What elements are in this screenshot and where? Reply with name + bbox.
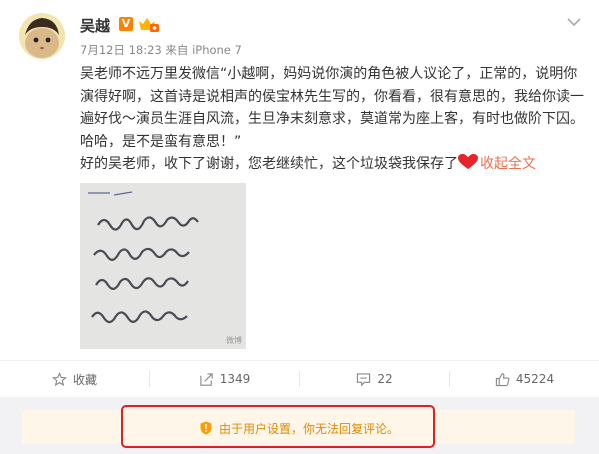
comment-button[interactable]: 22 (300, 361, 449, 397)
handwriting-image (80, 183, 246, 349)
post-source: iPhone 7 (192, 43, 242, 57)
photo-watermark: 微博 (226, 336, 242, 345)
collect-label: 收藏 (72, 372, 97, 387)
repost-count: 1349 (219, 372, 251, 386)
star-icon (52, 371, 67, 386)
vip-icon[interactable] (136, 15, 160, 33)
action-bar: 收藏 1349 22 45224 (0, 361, 599, 397)
username[interactable]: 吴越 (80, 15, 110, 36)
post-quote: 吴老师不远万里发微信“小越啊，妈妈说你演的角色被人议论了，正常的，说明你演得好啊… (80, 66, 584, 150)
heart-icon (458, 154, 478, 169)
chevron-down-icon[interactable] (566, 16, 582, 28)
collect-button[interactable]: 收藏 (0, 361, 149, 397)
like-icon (495, 372, 510, 386)
collapse-link[interactable]: 收起全文 (480, 156, 536, 172)
post-meta: 7月12日 18:23 来自 iPhone 7 (80, 42, 242, 58)
source-prefix: 来自 (165, 43, 189, 57)
post-time: 7月12日 18:23 (80, 43, 162, 57)
verified-badge-icon: V (119, 17, 133, 31)
post-photo[interactable]: 微博 (80, 183, 246, 349)
like-count: 45224 (515, 372, 555, 386)
highlight-frame (121, 405, 435, 448)
like-button[interactable]: 45224 (450, 361, 599, 397)
post-text: 吴老师不远万里发微信“小越啊，妈妈说你演的角色被人议论了，正常的，说明你演得好啊… (80, 63, 586, 176)
repost-icon (200, 372, 213, 386)
comment-count: 22 (377, 372, 393, 386)
post-reply: 好的吴老师，收下了谢谢，您老继续忙，这个垃圾袋我保存了 (80, 156, 458, 172)
repost-button[interactable]: 1349 (150, 361, 299, 397)
avatar[interactable] (19, 13, 65, 59)
comment-icon (357, 372, 371, 386)
